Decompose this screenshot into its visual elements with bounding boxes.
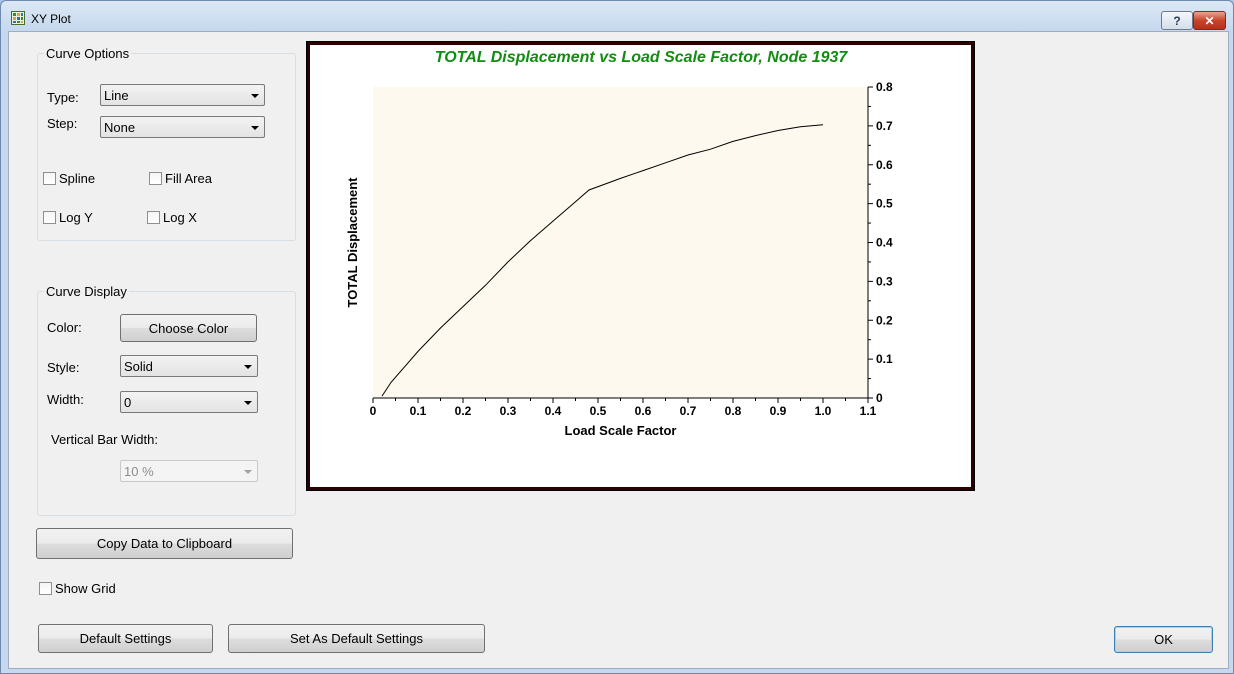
log-x-checkbox-box[interactable] <box>147 211 160 224</box>
xy-chart: TOTAL Displacement vs Load Scale Factor,… <box>345 49 893 438</box>
width-select-value: 0 <box>124 395 132 410</box>
y-tick-label: 0.3 <box>876 274 893 288</box>
style-select[interactable]: Solid <box>120 355 258 377</box>
help-icon: ? <box>1173 13 1181 28</box>
style-label: Style: <box>47 360 80 375</box>
log-y-label: Log Y <box>59 210 93 225</box>
chevron-down-icon <box>244 401 252 405</box>
plot-frame: TOTAL Displacement vs Load Scale Factor,… <box>306 41 975 491</box>
log-y-checkbox-box[interactable] <box>43 211 56 224</box>
choose-color-label: Choose Color <box>148 320 229 336</box>
default-settings-label: Default Settings <box>79 631 172 646</box>
y-tick-label: 0.6 <box>876 158 893 172</box>
fill-area-checkbox[interactable]: Fill Area <box>149 171 212 186</box>
vertical-bar-width-select[interactable]: 10 % <box>120 460 258 482</box>
choose-color-button[interactable]: Choose Color <box>120 314 257 342</box>
x-tick-label: 1.1 <box>860 404 877 418</box>
chevron-down-icon <box>251 126 259 130</box>
y-tick-label: 0.7 <box>876 119 893 133</box>
y-axis-label: TOTAL Displacement <box>345 177 360 308</box>
copy-data-label: Copy Data to Clipboard <box>96 536 233 551</box>
show-grid-checkbox-box[interactable] <box>39 582 52 595</box>
ok-button[interactable]: OK <box>1114 626 1213 653</box>
x-tick-label: 0.7 <box>680 404 697 418</box>
title-bar[interactable]: XY Plot ? ✕ <box>1 1 1233 35</box>
show-grid-label: Show Grid <box>55 581 116 596</box>
xy-plot-window: XY Plot ? ✕ Curve Options Type: Line Ste… <box>0 0 1234 674</box>
app-icon <box>11 11 25 25</box>
type-select-value: Line <box>104 88 129 103</box>
spline-label: Spline <box>59 171 96 186</box>
step-select-value: None <box>104 120 136 135</box>
curve-display-title: Curve Display <box>44 284 129 299</box>
x-tick-label: 0.8 <box>725 404 742 418</box>
type-select[interactable]: Line <box>100 84 265 106</box>
x-tick-label: 0.1 <box>410 404 427 418</box>
x-tick-label: 0.3 <box>500 404 517 418</box>
x-tick-label: 0.6 <box>635 404 652 418</box>
vertical-bar-width-value: 10 % <box>124 464 154 479</box>
close-button[interactable]: ✕ <box>1193 11 1226 30</box>
set-as-default-button[interactable]: Set As Default Settings <box>228 624 485 653</box>
x-tick-label: 0 <box>370 404 377 418</box>
log-y-checkbox[interactable]: Log Y <box>43 210 93 225</box>
step-select[interactable]: None <box>100 116 265 138</box>
dialog-client-area: Curve Options Type: Line Step: None Spli… <box>8 31 1229 669</box>
width-select[interactable]: 0 <box>120 391 258 413</box>
log-x-checkbox[interactable]: Log X <box>147 210 197 225</box>
style-select-value: Solid <box>124 359 153 374</box>
curve-options-title: Curve Options <box>44 46 132 61</box>
log-x-label: Log X <box>163 210 197 225</box>
close-icon: ✕ <box>1204 13 1215 28</box>
color-label: Color: <box>47 320 82 335</box>
type-label: Type: <box>47 90 79 105</box>
y-tick-label: 0.2 <box>876 313 893 327</box>
chevron-down-icon <box>251 94 259 98</box>
x-tick-label: 0.9 <box>770 404 787 418</box>
x-axis-label: Load Scale Factor <box>565 423 677 438</box>
vertical-bar-width-label: Vertical Bar Width: <box>51 432 158 447</box>
chevron-down-icon <box>244 365 252 369</box>
spline-checkbox[interactable]: Spline <box>43 171 95 186</box>
default-settings-button[interactable]: Default Settings <box>38 624 213 653</box>
spline-checkbox-box[interactable] <box>43 172 56 185</box>
step-label: Step: <box>47 116 78 131</box>
chart-title: TOTAL Displacement vs Load Scale Factor,… <box>435 49 849 66</box>
window-title: XY Plot <box>31 12 71 26</box>
plot-area <box>373 87 868 398</box>
chevron-down-icon <box>244 470 252 474</box>
x-tick-label: 0.2 <box>455 404 472 418</box>
y-tick-label: 0.8 <box>876 80 893 94</box>
x-tick-label: 1.0 <box>815 404 832 418</box>
y-tick-label: 0.1 <box>876 352 893 366</box>
fill-area-checkbox-box[interactable] <box>149 172 162 185</box>
copy-data-button[interactable]: Copy Data to Clipboard <box>36 528 293 559</box>
help-button[interactable]: ? <box>1161 11 1193 30</box>
y-tick-label: 0 <box>876 391 883 405</box>
set-as-default-label: Set As Default Settings <box>290 631 423 646</box>
fill-area-label: Fill Area <box>165 171 212 186</box>
ok-label: OK <box>1154 632 1173 647</box>
show-grid-checkbox[interactable]: Show Grid <box>39 581 116 596</box>
x-tick-label: 0.4 <box>545 404 562 418</box>
y-tick-label: 0.5 <box>876 197 893 211</box>
width-label: Width: <box>47 392 84 407</box>
y-tick-label: 0.4 <box>876 236 893 250</box>
x-tick-label: 0.5 <box>590 404 607 418</box>
